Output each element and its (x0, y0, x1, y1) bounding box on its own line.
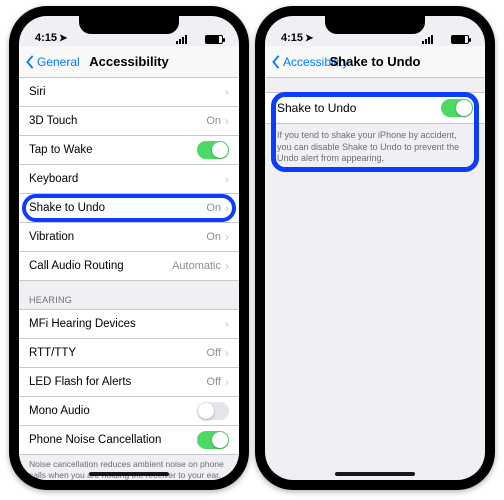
back-button[interactable]: Accessibility (265, 55, 348, 69)
row-keyboard[interactable]: Keyboard › (19, 165, 239, 194)
toggle-switch[interactable] (197, 431, 229, 449)
row-label: Vibration (29, 231, 206, 243)
toggle-switch[interactable] (197, 141, 229, 159)
row-value: On (206, 115, 221, 127)
chevron-right-icon: › (225, 375, 229, 389)
chevron-right-icon: › (225, 114, 229, 128)
toggle-switch[interactable] (441, 99, 473, 117)
chevron-right-icon: › (225, 230, 229, 244)
notch (325, 16, 425, 34)
detail-note: If you tend to shake your iPhone by acci… (265, 124, 485, 171)
left-screen: 4:15 ➤ General Accessibility (19, 16, 239, 480)
row-label: 3D Touch (29, 115, 206, 127)
row-tap-to-wake[interactable]: Tap to Wake (19, 136, 239, 165)
row-label: RTT/TTY (29, 347, 207, 359)
row-label: Siri (29, 86, 225, 98)
toggle-switch[interactable] (197, 402, 229, 420)
row-label: Phone Noise Cancellation (29, 434, 197, 446)
cell-signal-icon (422, 35, 433, 44)
row-label: Call Audio Routing (29, 260, 172, 272)
row-mono-audio[interactable]: Mono Audio (19, 397, 239, 426)
row-value: On (206, 231, 221, 243)
row-label: Tap to Wake (29, 144, 197, 156)
chevron-right-icon: › (225, 201, 229, 215)
row-shake-to-undo-toggle[interactable]: Shake to Undo (265, 92, 485, 124)
back-button[interactable]: General (19, 55, 80, 69)
chevron-left-icon (25, 55, 35, 69)
home-indicator[interactable] (89, 472, 169, 476)
row-led-flash[interactable]: LED Flash for Alerts Off › (19, 368, 239, 397)
chevron-right-icon: › (225, 85, 229, 99)
chevron-right-icon: › (225, 317, 229, 331)
notch (79, 16, 179, 34)
row-vibration[interactable]: Vibration On › (19, 223, 239, 252)
row-label: Shake to Undo (29, 202, 206, 214)
chevron-left-icon (271, 55, 281, 69)
row-rtt-tty[interactable]: RTT/TTY Off › (19, 339, 239, 368)
settings-list[interactable]: Siri › 3D Touch On › Tap to Wake Keyboar… (19, 78, 239, 480)
row-3d-touch[interactable]: 3D Touch On › (19, 107, 239, 136)
back-label: General (37, 55, 80, 69)
location-icon: ➤ (59, 33, 67, 44)
row-label: LED Flash for Alerts (29, 376, 207, 388)
wifi-icon (436, 35, 448, 44)
right-screen: 4:15 ➤ Accessibility Shake to Undo (265, 16, 485, 480)
chevron-right-icon: › (225, 259, 229, 273)
row-noise-cancel[interactable]: Phone Noise Cancellation (19, 426, 239, 455)
footer-note: Noise cancellation reduces ambient noise… (19, 455, 239, 480)
wifi-icon (190, 35, 202, 44)
row-call-audio-routing[interactable]: Call Audio Routing Automatic › (19, 252, 239, 281)
back-label: Accessibility (283, 55, 348, 69)
row-shake-to-undo[interactable]: Shake to Undo On › (19, 194, 239, 223)
right-phone: 4:15 ➤ Accessibility Shake to Undo (255, 6, 495, 490)
nav-bar: Accessibility Shake to Undo (265, 46, 485, 78)
location-icon: ➤ (305, 33, 313, 44)
cell-signal-icon (176, 35, 187, 44)
left-phone: 4:15 ➤ General Accessibility (9, 6, 249, 490)
status-time: 4:15 (35, 32, 57, 44)
home-indicator[interactable] (335, 472, 415, 476)
section-header-hearing: HEARING (19, 281, 239, 310)
row-label: Shake to Undo (277, 101, 441, 115)
row-label: Keyboard (29, 173, 225, 185)
nav-bar: General Accessibility (19, 46, 239, 78)
row-value: Automatic (172, 260, 221, 272)
status-time: 4:15 (281, 32, 303, 44)
row-siri[interactable]: Siri › (19, 78, 239, 107)
chevron-right-icon: › (225, 346, 229, 360)
row-label: Mono Audio (29, 405, 197, 417)
row-value: On (206, 202, 221, 214)
battery-icon (205, 35, 223, 44)
detail-content: Shake to Undo If you tend to shake your … (265, 78, 485, 480)
row-value: Off (207, 376, 221, 388)
battery-icon (451, 35, 469, 44)
row-label: MFi Hearing Devices (29, 318, 225, 330)
chevron-right-icon: › (225, 172, 229, 186)
row-value: Off (207, 347, 221, 359)
row-mfi-hearing[interactable]: MFi Hearing Devices › (19, 310, 239, 339)
